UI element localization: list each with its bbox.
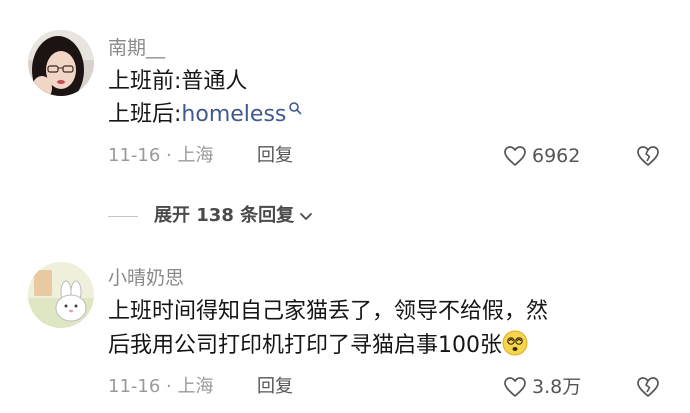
search-keyword-link[interactable]: homeless (181, 102, 286, 127)
chevron-down-icon (300, 213, 313, 220)
comment-username[interactable]: 小晴奶思 (108, 266, 184, 290)
comment-username[interactable]: 南期__ (108, 36, 165, 60)
like-button[interactable]: 6962 (503, 144, 580, 168)
avatar[interactable] (28, 262, 94, 328)
comment-text-line: 上班后:homeless (108, 99, 302, 131)
cartoon-bunny-icon (28, 262, 94, 328)
comment-date-location: 11-16 · 上海 (108, 376, 214, 397)
woman-portrait-icon (28, 30, 94, 96)
comment-text-prefix: 上班后: (108, 102, 182, 127)
broken-heart-icon[interactable] (636, 144, 660, 168)
comment-date-location: 11-16 · 上海 (108, 145, 214, 166)
reply-button[interactable]: 回复 (257, 144, 293, 168)
heart-icon (504, 146, 526, 166)
expand-replies-button[interactable]: 展开 138 条回复 (108, 204, 315, 228)
expand-replies-label: 展开 138 条回复 (154, 205, 295, 226)
like-count: 3.8万 (532, 376, 582, 398)
reply-button[interactable]: 回复 (257, 375, 293, 399)
heart-icon (504, 377, 526, 397)
like-count: 6962 (532, 145, 581, 167)
divider-line (108, 215, 138, 217)
search-icon[interactable] (288, 101, 302, 115)
broken-heart-icon[interactable] (636, 375, 660, 399)
comment-text-line: 上班前:普通人 (108, 69, 248, 94)
comment-text-line: 后我用公司打印机打印了寻猫启事100张 (108, 330, 528, 362)
comment-text-line: 上班时间得知自己家猫丢了，领导不给假，然 (108, 299, 549, 324)
like-button[interactable]: 3.8万 (503, 375, 581, 399)
comment-text-fragment: 后我用公司打印机打印了寻猫启事100张 (108, 333, 502, 358)
dizzy-face-emoji-icon (502, 330, 528, 356)
avatar[interactable] (28, 30, 94, 96)
